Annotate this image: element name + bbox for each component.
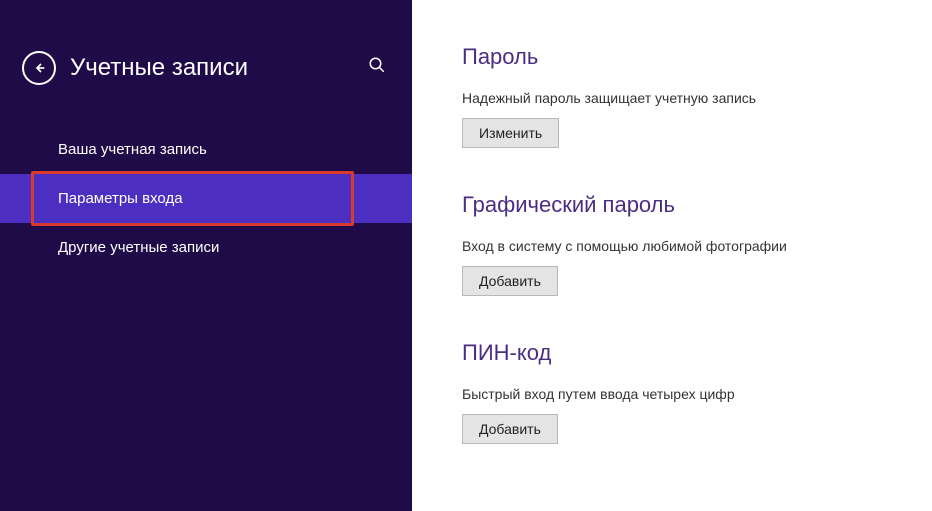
sidebar-item-label: Другие учетные записи <box>58 239 219 256</box>
main-content: Пароль Надежный пароль защищает учетную … <box>412 0 932 511</box>
sidebar-items: Ваша учетная запись Параметры входа Друг… <box>0 125 412 272</box>
sidebar-item-label: Ваша учетная запись <box>58 141 207 158</box>
section-password: Пароль Надежный пароль защищает учетную … <box>462 44 912 148</box>
header-left: Учетные записи <box>22 51 248 85</box>
add-picture-password-button[interactable]: Добавить <box>462 266 558 296</box>
section-pin: ПИН-код Быстрый вход путем ввода четырех… <box>462 340 912 444</box>
page-title: Учетные записи <box>70 54 248 82</box>
search-icon <box>368 56 386 74</box>
sidebar-item-your-account[interactable]: Ваша учетная запись <box>0 125 412 174</box>
back-button[interactable] <box>22 51 56 85</box>
section-description: Надежный пароль защищает учетную запись <box>462 90 912 106</box>
change-password-button[interactable]: Изменить <box>462 118 559 148</box>
search-button[interactable] <box>362 50 392 85</box>
sidebar-item-other-accounts[interactable]: Другие учетные записи <box>0 223 412 272</box>
section-description: Быстрый вход путем ввода четырех цифр <box>462 386 912 402</box>
section-picture-password: Графический пароль Вход в систему с помо… <box>462 192 912 296</box>
arrow-left-icon <box>31 60 47 76</box>
sidebar: Учетные записи Ваша учетная запись Парам… <box>0 0 412 511</box>
sidebar-item-signin-options[interactable]: Параметры входа <box>0 174 412 223</box>
section-title: Графический пароль <box>462 192 912 218</box>
section-description: Вход в систему с помощью любимой фотогра… <box>462 238 912 254</box>
add-pin-button[interactable]: Добавить <box>462 414 558 444</box>
sidebar-header: Учетные записи <box>0 0 412 115</box>
section-title: Пароль <box>462 44 912 70</box>
section-title: ПИН-код <box>462 340 912 366</box>
sidebar-item-label: Параметры входа <box>58 190 183 207</box>
